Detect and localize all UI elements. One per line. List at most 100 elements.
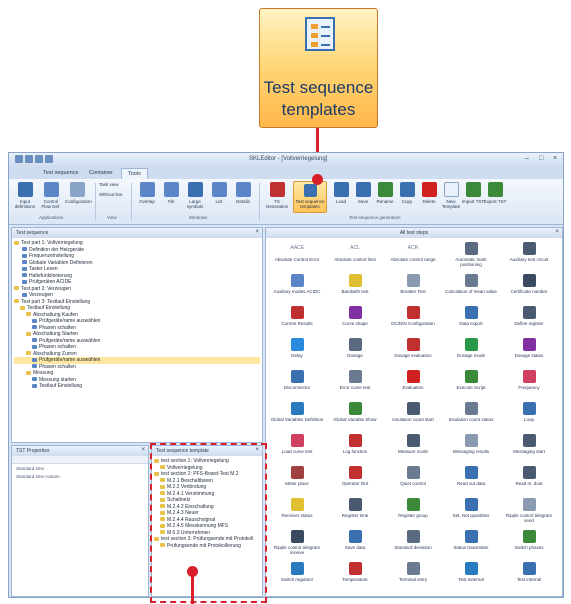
import-tst-button[interactable]: Import TST <box>461 182 485 204</box>
new-template-button[interactable]: New Template <box>439 182 463 209</box>
test-step-item[interactable]: Certificate number <box>502 274 556 294</box>
test-step-item[interactable]: Test internal <box>502 562 556 582</box>
test-step-label: Test internal <box>516 577 542 582</box>
test-step-item[interactable]: Curve shape <box>328 306 382 326</box>
test-step-item[interactable]: Operator hint <box>328 466 382 486</box>
test-step-item[interactable]: Quiet control <box>386 466 440 486</box>
export-tst-button[interactable]: Export TST <box>483 182 507 204</box>
test-step-item[interactable]: Delay <box>270 338 324 358</box>
test-step-item[interactable]: Global Variables Definition <box>270 402 324 422</box>
tile-button[interactable]: Tile <box>159 182 183 204</box>
test-step-item[interactable]: Terminal entry <box>386 562 440 582</box>
save-button[interactable]: Save <box>351 182 375 204</box>
delete-button[interactable]: Delete <box>417 182 441 204</box>
without-line-toggle[interactable]: Without line <box>99 192 129 197</box>
test-step-item[interactable]: Insulation count status <box>444 402 498 422</box>
tab-container[interactable]: Container <box>83 168 119 179</box>
control-flow-button[interactable]: Control Flow Def. <box>39 182 63 209</box>
save-data-icon <box>348 530 362 543</box>
test-step-item[interactable]: Ripple control telegram send <box>502 498 556 523</box>
test-step-item[interactable]: Status transmitter <box>444 530 498 550</box>
test-step-item[interactable]: Read m. dout <box>502 466 556 486</box>
test-step-item[interactable]: Frequency <box>502 370 556 390</box>
test-step-item[interactable]: DC/DIN Configuration <box>386 306 440 326</box>
test-step-item[interactable]: Register group <box>386 498 440 518</box>
error-curve-icon <box>348 370 362 383</box>
test-step-item[interactable]: Data export <box>444 306 498 326</box>
properties-toolbar[interactable] <box>12 456 148 464</box>
test-step-item[interactable]: Dosage evaluation <box>386 338 440 358</box>
test-step-item[interactable]: Loop <box>502 402 556 422</box>
test-step-item[interactable]: Messaging start <box>502 434 556 454</box>
test-step-item[interactable]: Auxiliary test circuit <box>502 242 556 262</box>
test-step-item[interactable]: Disconnector <box>270 370 324 390</box>
test-step-item[interactable]: Dosage <box>328 338 382 358</box>
test-step-item[interactable]: Measure mode <box>386 434 440 454</box>
dosage-eval-icon <box>406 338 420 351</box>
test-step-item[interactable]: Receiver status <box>270 498 324 518</box>
test-step-item[interactable]: Error curve test <box>328 370 382 390</box>
test-step-label: Meter place <box>285 481 309 486</box>
test-step-item[interactable]: Register time <box>328 498 382 518</box>
test-step-item[interactable]: ACL Absolute control limit <box>328 242 382 262</box>
test-step-item[interactable]: Ripple control telegram receive <box>270 530 324 555</box>
copy-button[interactable]: Copy <box>395 182 419 204</box>
overlap-button[interactable]: Overlap <box>135 182 159 204</box>
quick-access-toolbar[interactable] <box>15 155 85 165</box>
test-step-item[interactable]: Meter place <box>270 466 324 486</box>
test-step-item[interactable]: Current Results <box>270 306 324 326</box>
test-step-item[interactable]: Save data <box>328 530 382 550</box>
test-step-item[interactable]: Dosage status <box>502 338 556 358</box>
tree-step[interactable]: Testlauf Einstellung <box>14 383 260 390</box>
step-icon <box>32 357 37 362</box>
close-icon[interactable]: × <box>555 229 559 235</box>
chart-icon <box>290 306 304 319</box>
test-step-item[interactable]: Log function <box>328 434 382 454</box>
minimize-button[interactable]: – <box>525 155 529 162</box>
test-step-item[interactable]: AACE Absolute Control Error <box>270 242 324 262</box>
test-step-item[interactable]: Switch regulator <box>270 562 324 582</box>
test-step-item[interactable]: Dosage mode <box>444 338 498 358</box>
test-step-item[interactable]: Set, Not quantities <box>444 498 498 518</box>
input-definitions-button[interactable]: Input definitions <box>13 182 37 209</box>
test-sequence-templates-button[interactable]: Test sequence templates <box>293 181 327 213</box>
tree-label: Phasen schalten <box>39 344 76 350</box>
test-step-item[interactable]: Global Variable Show <box>328 402 382 422</box>
tab-test-sequence[interactable]: Test sequence <box>37 168 84 179</box>
ts-generation-button[interactable]: TS Generation <box>265 182 289 209</box>
close-icon[interactable]: × <box>141 447 145 453</box>
task-view-toggle[interactable]: Task view <box>99 182 129 187</box>
tree-label: Prüfgeräten ACIDE <box>29 279 72 285</box>
maximize-button[interactable]: □ <box>539 155 543 162</box>
configuration-button[interactable]: Configuration <box>65 182 92 204</box>
test-step-item[interactable]: Messaging results <box>444 434 498 454</box>
test-step-item[interactable]: Evaluation <box>386 370 440 390</box>
close-button[interactable]: × <box>553 155 557 162</box>
test-step-item[interactable]: Read out data <box>444 466 498 486</box>
step-icon <box>22 273 27 278</box>
rename-button[interactable]: Rename <box>373 182 397 204</box>
test-step-item[interactable]: Insulation count start <box>386 402 440 422</box>
test-step-item[interactable]: Bandwith test <box>328 274 382 294</box>
list-button[interactable]: List <box>207 182 231 204</box>
load-button[interactable]: Load <box>329 182 353 204</box>
test-step-item[interactable]: Test external <box>444 562 498 582</box>
test-step-item[interactable]: Switch phases <box>502 530 556 550</box>
test-step-label: Auxiliary modes ACIDC <box>273 289 321 294</box>
test-step-item[interactable]: Temperature <box>328 562 382 582</box>
test-step-item[interactable]: Automatic mark positioning <box>444 242 498 267</box>
close-icon[interactable]: × <box>255 229 259 235</box>
test-step-item[interactable]: Standard deviation <box>386 530 440 550</box>
test-step-item[interactable]: Breaker Test <box>386 274 440 294</box>
test-step-label: Dosage <box>347 353 363 358</box>
tab-tools[interactable]: Tools <box>121 168 148 179</box>
test-step-item[interactable]: Define register <box>502 306 556 326</box>
large-symbols-button[interactable]: Large symbols <box>183 182 207 209</box>
group-applications-label: Applications <box>39 215 64 220</box>
test-step-item[interactable]: ACR Absolute control range <box>386 242 440 262</box>
test-step-item[interactable]: Load curve test <box>270 434 324 454</box>
test-step-item[interactable]: Calculation of mean value <box>444 274 498 294</box>
test-step-item[interactable]: Auxiliary modes ACIDC <box>270 274 324 294</box>
details-button[interactable]: Details <box>231 182 255 204</box>
test-step-item[interactable]: Execute Script <box>444 370 498 390</box>
